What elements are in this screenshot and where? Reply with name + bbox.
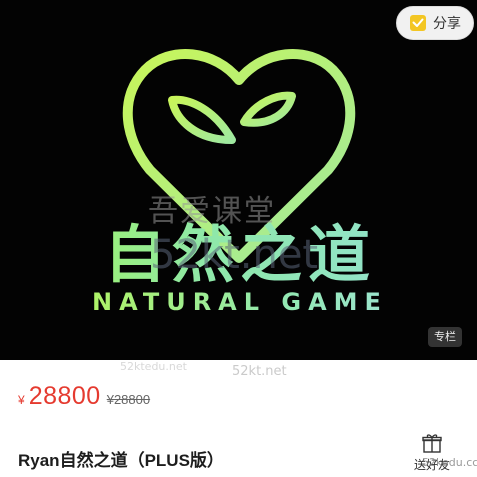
right-leaf-icon: [240, 91, 296, 127]
course-title: Ryan自然之道（PLUS版）: [18, 451, 224, 470]
cover-banner: 自然之道 NATURAL GAME 吾爱课堂 52kt.net 专栏: [0, 0, 477, 360]
share-button[interactable]: 分享: [396, 6, 474, 40]
share-label: 分享: [433, 15, 461, 31]
current-price: 28800: [28, 382, 101, 410]
gift-label: 送好友: [413, 458, 450, 472]
gift-icon: [422, 434, 442, 453]
brand-title-en: NATURAL GAME: [58, 288, 422, 316]
left-leaf-icon: [168, 95, 236, 144]
course-detail-page: 自然之道 NATURAL GAME 吾爱课堂 52kt.net 专栏 分享 52…: [0, 0, 477, 477]
price-row: ¥ 28800 ¥28800: [18, 382, 150, 411]
share-icon: [410, 15, 426, 31]
watermark-text: 52ktedu.net: [120, 360, 187, 373]
currency-symbol: ¥: [18, 393, 25, 407]
gift-to-friend-button[interactable]: 送好友: [408, 432, 456, 474]
original-price: ¥28800: [106, 392, 151, 407]
column-tag: 专栏: [428, 327, 462, 347]
watermark-text: 52kt.net: [232, 364, 287, 379]
brand-title-cn: 自然之道: [60, 220, 420, 290]
